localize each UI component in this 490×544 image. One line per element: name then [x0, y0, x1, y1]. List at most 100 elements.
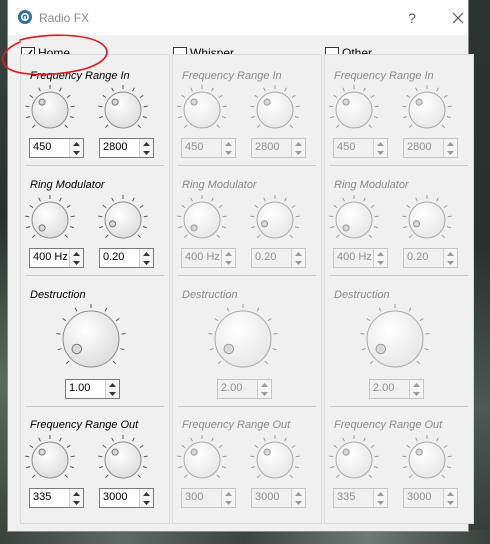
spin-up-button: [374, 489, 387, 498]
freq-in-high-spinbox-value: 2800: [407, 141, 432, 153]
freq-in-high-spinbox-value: 2800: [103, 141, 128, 153]
destruction-title: Destruction: [30, 289, 86, 301]
ring-mix-spinbox[interactable]: 0.20: [99, 248, 154, 268]
frequency-range-in-title: Frequency Range In: [30, 70, 130, 82]
title-bar: Radio FX ?: [8, 0, 468, 35]
frequency-range-out-title: Frequency Range Out: [182, 419, 291, 431]
arrow-down-icon: [143, 150, 150, 155]
ring-freq-knob: [329, 195, 379, 239]
destruction-knob[interactable]: [53, 301, 129, 377]
freq-in-low-spinbox[interactable]: 450: [29, 138, 84, 158]
spin-down-button: [292, 258, 305, 267]
freq-in-low-knob: [329, 85, 379, 129]
section-separator: [26, 406, 164, 407]
freq-out-high-spinbox: 3000: [403, 488, 458, 508]
radio-fx-app-icon: [18, 10, 32, 24]
ring-freq-spinbox-value: 400 Hz: [337, 251, 372, 263]
section-separator: [178, 275, 316, 276]
spin-down-button: [374, 498, 387, 507]
arrow-down-icon: [295, 150, 302, 155]
spin-down-button[interactable]: [106, 389, 119, 398]
section-separator: [26, 275, 164, 276]
destruction-spinbox-value: 1.00: [69, 382, 91, 394]
effect-panel-home: Frequency Range In 450 2800 Ring Modulator 4…: [20, 54, 170, 524]
spin-up-button: [222, 489, 235, 498]
destruction-title: Destruction: [182, 289, 238, 301]
spin-down-button: [222, 498, 235, 507]
spin-down-button[interactable]: [140, 148, 153, 157]
spin-down-button: [444, 148, 457, 157]
close-button[interactable]: [448, 8, 468, 28]
freq-in-low-knob[interactable]: [22, 82, 78, 138]
destruction-spinbox: 2.00: [217, 379, 272, 399]
arrow-up-icon: [447, 141, 454, 146]
arrow-down-icon: [295, 500, 302, 505]
section-separator: [330, 165, 468, 166]
ring-mix-spinbox-arrows: [291, 249, 305, 267]
spin-up-button: [410, 380, 423, 389]
freq-out-high-spinbox[interactable]: 3000: [99, 488, 154, 508]
ring-mix-knob[interactable]: [95, 192, 151, 248]
destruction-spinbox-value: 2.00: [221, 382, 243, 394]
ring-freq-knob: [177, 195, 227, 239]
spin-down-button[interactable]: [140, 498, 153, 507]
arrow-up-icon: [225, 141, 232, 146]
section-separator: [26, 165, 164, 166]
spin-up-button[interactable]: [70, 139, 83, 148]
window-title: Radio FX: [39, 11, 90, 25]
help-button[interactable]: ?: [402, 8, 422, 28]
ring-freq-spinbox-value: 400 Hz: [33, 251, 68, 263]
ring-mix-spinbox-value: 0.20: [407, 251, 429, 263]
arrow-down-icon: [377, 150, 384, 155]
freq-in-low-spinbox-value: 450: [337, 141, 356, 153]
freq-out-high-knob: [402, 435, 452, 479]
spin-down-button[interactable]: [140, 258, 153, 267]
spin-up-button: [292, 249, 305, 258]
arrow-up-icon: [225, 491, 232, 496]
ring-modulator-title: Ring Modulator: [182, 179, 257, 191]
ring-freq-spinbox[interactable]: 400 Hz: [29, 248, 84, 268]
freq-in-high-knob[interactable]: [95, 82, 151, 138]
freq-out-low-knob: [177, 435, 227, 479]
freq-in-low-spinbox-value: 450: [185, 141, 204, 153]
destruction-spinbox-arrows: [257, 380, 271, 398]
freq-out-low-spinbox-value: 300: [185, 491, 204, 503]
spin-up-button[interactable]: [70, 489, 83, 498]
arrow-up-icon: [447, 491, 454, 496]
ring-mix-spinbox: 0.20: [251, 248, 306, 268]
effect-panel-whisper: Frequency Range In 450 2800 Ring Modulator 4…: [172, 54, 322, 524]
spin-down-button[interactable]: [70, 148, 83, 157]
freq-out-low-knob[interactable]: [22, 432, 78, 488]
destruction-title: Destruction: [334, 289, 390, 301]
spin-up-button[interactable]: [140, 489, 153, 498]
destruction-spinbox[interactable]: 1.00: [65, 379, 120, 399]
arrow-down-icon: [109, 391, 116, 396]
arrow-down-icon: [73, 260, 80, 265]
freq-in-high-spinbox[interactable]: 2800: [99, 138, 154, 158]
freq-out-low-spinbox[interactable]: 335: [29, 488, 84, 508]
arrow-down-icon: [143, 260, 150, 265]
spin-down-button[interactable]: [70, 258, 83, 267]
arrow-down-icon: [73, 500, 80, 505]
ring-mix-spinbox-value: 0.20: [255, 251, 277, 263]
freq-out-low-spinbox: 335: [333, 488, 388, 508]
spin-down-button[interactable]: [70, 498, 83, 507]
freq-in-low-spinbox-arrows: [373, 139, 387, 157]
arrow-up-icon: [73, 141, 80, 146]
ring-freq-spinbox-arrows: [69, 249, 83, 267]
spin-up-button[interactable]: [140, 139, 153, 148]
spin-up-button[interactable]: [70, 249, 83, 258]
freq-out-high-knob[interactable]: [95, 432, 151, 488]
spin-down-button: [444, 258, 457, 267]
ring-mix-knob: [250, 195, 300, 239]
arrow-up-icon: [143, 141, 150, 146]
spin-up-button[interactable]: [140, 249, 153, 258]
arrow-down-icon: [447, 150, 454, 155]
spin-up-button[interactable]: [106, 380, 119, 389]
section-separator: [330, 406, 468, 407]
arrow-down-icon: [447, 260, 454, 265]
ring-freq-spinbox-arrows: [221, 249, 235, 267]
ring-freq-knob[interactable]: [22, 192, 78, 248]
ring-modulator-title: Ring Modulator: [334, 179, 409, 191]
spin-up-button: [222, 249, 235, 258]
